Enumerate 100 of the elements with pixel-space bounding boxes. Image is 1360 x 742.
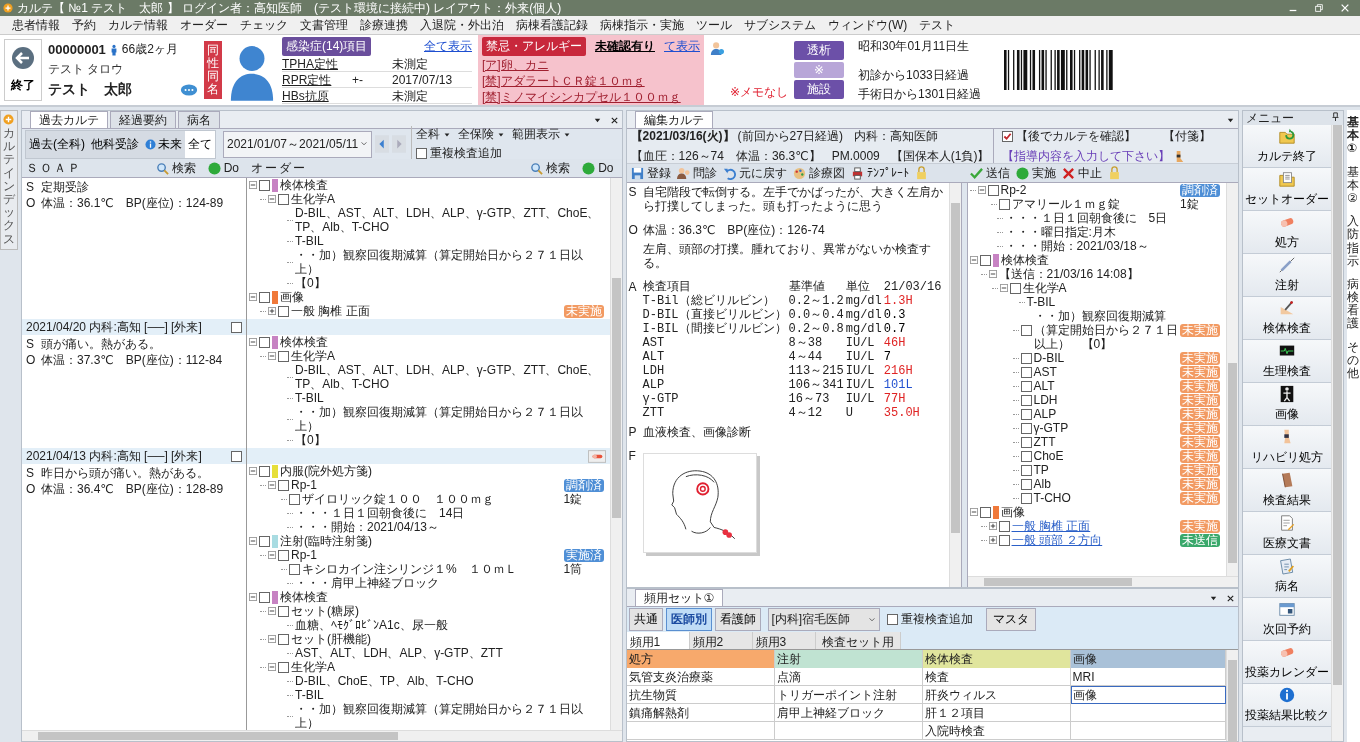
search-button[interactable]: 検索: [530, 159, 571, 177]
filter-button[interactable]: 他科受診: [88, 130, 142, 158]
clipboard-icon[interactable]: [1278, 557, 1297, 575]
set-cell[interactable]: 抗生物質: [626, 686, 775, 704]
menu-item[interactable]: 病棟看護記録: [510, 17, 594, 33]
collapse-icon[interactable]: [999, 284, 1008, 292]
checkbox[interactable]: [289, 563, 300, 575]
checkbox[interactable]: [278, 479, 289, 491]
menu-button[interactable]: 投薬カレンダー: [1243, 641, 1331, 684]
scrollbar[interactable]: [1226, 183, 1239, 576]
collapse-icon[interactable]: [268, 635, 276, 643]
checkbox[interactable]: [278, 193, 289, 205]
checkbox[interactable]: [1020, 478, 1032, 490]
undo-icon[interactable]: [722, 166, 736, 180]
expand-icon[interactable]: [268, 307, 276, 315]
restore-icon[interactable]: [1314, 3, 1324, 13]
circle-icon[interactable]: [1015, 166, 1029, 180]
toolbar-button[interactable]: 問診: [676, 164, 717, 182]
toolbar-button[interactable]: 元に戻す: [722, 164, 787, 182]
confirm-later-label[interactable]: 【後でカルテを確認】: [1015, 127, 1136, 145]
menu-item[interactable]: 診療連携: [354, 17, 414, 33]
dropdown-icon[interactable]: [1226, 116, 1236, 125]
checkbox[interactable]: [1020, 380, 1032, 392]
collapse-icon[interactable]: [268, 663, 276, 671]
search-icon[interactable]: [530, 161, 544, 175]
checkbox[interactable]: [259, 336, 270, 348]
set-cell[interactable]: 気管支炎治療薬: [626, 668, 775, 686]
checkbox[interactable]: [278, 305, 289, 317]
unconfirmed-link[interactable]: 未確認有り: [595, 37, 655, 55]
folder-document-icon[interactable]: [1278, 170, 1297, 188]
pin-icon[interactable]: [1331, 112, 1340, 121]
chat-bubble-icon[interactable]: [180, 84, 198, 96]
set-cell[interactable]: 画像: [1070, 686, 1227, 704]
scrollbar[interactable]: [609, 178, 622, 730]
tag-button[interactable]: 施設: [794, 80, 845, 99]
printer-icon[interactable]: [850, 166, 864, 180]
doctor-icon[interactable]: [710, 41, 724, 55]
group-button[interactable]: 医師別: [665, 608, 712, 631]
checkbox[interactable]: [1009, 282, 1021, 294]
expand-icon[interactable]: [988, 536, 997, 544]
collapse-icon[interactable]: [249, 593, 257, 601]
checkbox[interactable]: [1020, 352, 1032, 364]
collapse-icon[interactable]: [268, 607, 276, 615]
checkbox[interactable]: [278, 549, 289, 561]
checkbox[interactable]: [259, 291, 270, 303]
allergy-item[interactable]: [禁]ミノマイシンカプセル１００ｍｇ: [482, 89, 700, 104]
confirm-checkbox[interactable]: [1001, 130, 1013, 142]
menu-button[interactable]: 生理検査: [1243, 340, 1331, 383]
collapse-icon[interactable]: [249, 537, 257, 545]
set-cell[interactable]: 肩甲上神経ブロック: [774, 704, 923, 722]
tab[interactable]: 編集カルテ: [634, 111, 713, 128]
chevron-down-icon[interactable]: [360, 140, 369, 148]
filter-dropdown[interactable]: 全科: [416, 126, 452, 143]
checkbox[interactable]: [979, 254, 991, 266]
folder-arrow-icon[interactable]: [1278, 127, 1297, 145]
set-cell[interactable]: MRI: [1070, 668, 1227, 686]
group-button[interactable]: 共通: [628, 608, 663, 631]
menu-item[interactable]: 文書管理: [294, 17, 354, 33]
filter-button[interactable]: 全て: [185, 130, 215, 158]
toolbar-button[interactable]: 送信: [969, 164, 1010, 182]
master-button[interactable]: マスタ: [985, 608, 1036, 631]
menu-button[interactable]: 処方: [1243, 211, 1331, 254]
collapse-icon[interactable]: [249, 338, 257, 346]
checkbox[interactable]: [416, 148, 428, 159]
scrollbar[interactable]: [1331, 125, 1343, 741]
toolbar-button[interactable]: ﾃﾝﾌﾟﾚｰﾄ: [850, 166, 909, 180]
sticky-note-link[interactable]: 【付箋】: [1162, 127, 1211, 145]
menu-button[interactable]: 病名: [1243, 555, 1331, 598]
checkbox[interactable]: [259, 179, 270, 191]
checkbox[interactable]: [278, 605, 289, 617]
checkbox[interactable]: [289, 493, 300, 505]
menu-button[interactable]: 検査結果: [1243, 469, 1331, 512]
tab[interactable]: 頻用2: [689, 632, 753, 649]
scrollbar[interactable]: [948, 183, 961, 587]
checkbox[interactable]: [1020, 324, 1032, 336]
checkbox-label[interactable]: 重複検査追加: [430, 145, 503, 162]
toolbar-button[interactable]: 診療図: [792, 164, 845, 182]
tab[interactable]: 頻用セット①: [634, 589, 724, 606]
collapse-icon[interactable]: [988, 270, 997, 278]
checkbox[interactable]: [1020, 394, 1032, 406]
horizontal-scrollbar[interactable]: [22, 730, 622, 741]
collapse-icon[interactable]: [249, 467, 257, 475]
infection-name[interactable]: TPHA定性: [282, 56, 352, 71]
checkbox[interactable]: [998, 520, 1010, 532]
document-pencil-icon[interactable]: [1278, 514, 1297, 532]
menu-button[interactable]: 検体検査: [1243, 297, 1331, 340]
menu-button[interactable]: 投薬結果比較ク: [1243, 684, 1331, 727]
date-range-dropdown[interactable]: 2021/01/07～2021/05/11: [223, 130, 373, 158]
checkbox[interactable]: [1020, 492, 1032, 504]
cross-icon[interactable]: [1061, 166, 1075, 180]
group-button[interactable]: 看護師: [714, 608, 761, 631]
collapse-icon[interactable]: [268, 352, 276, 360]
filter-dropdown[interactable]: 範囲表示: [512, 126, 572, 143]
empty-cell[interactable]: [626, 722, 775, 740]
set-cell[interactable]: 点滴: [774, 668, 923, 686]
menu-button[interactable]: 画像: [1243, 383, 1331, 426]
calendar-icon[interactable]: [1278, 600, 1297, 618]
chevron-down-icon[interactable]: [867, 615, 876, 624]
tab[interactable]: 頻用1: [626, 632, 690, 649]
show-all-link[interactable]: 全て表示: [424, 37, 472, 55]
